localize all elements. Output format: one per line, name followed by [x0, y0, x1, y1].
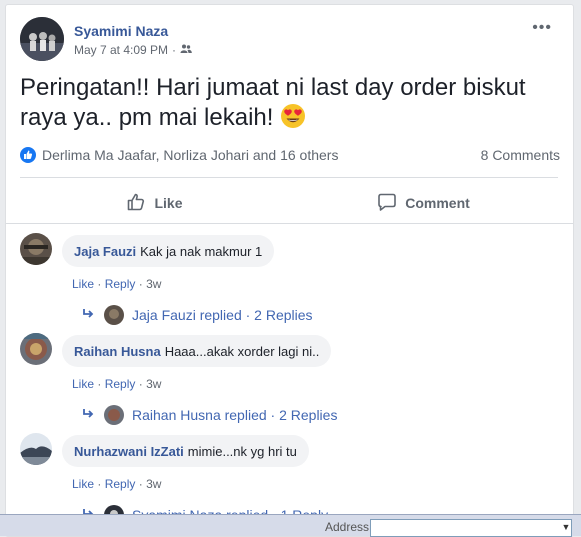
comment-text: Haaa...akak xorder lagi ni..: [164, 343, 320, 359]
author-name[interactable]: Syamimi Naza: [74, 23, 168, 39]
comment-reply-link[interactable]: Reply: [105, 477, 136, 491]
commenter-name[interactable]: Jaja Fauzi: [74, 244, 136, 259]
comment-text: Kak ja nak makmur 1: [140, 243, 263, 259]
comment-actions: Like · Reply · 3w: [72, 477, 161, 491]
view-replies[interactable]: Raihan Husna replied · 2 Replies: [82, 403, 337, 427]
dot-separator: ·: [138, 377, 143, 391]
author-avatar[interactable]: [20, 17, 64, 61]
replies-text: Jaja Fauzi replied · 2 Replies: [132, 307, 313, 323]
post-actions: Like Comment: [20, 183, 558, 223]
dot-separator: ·: [97, 277, 102, 291]
reply-arrow-icon: [82, 307, 96, 323]
commenter-name[interactable]: Nurhazwani IzZati: [74, 444, 184, 459]
dot-separator: ·: [138, 277, 143, 291]
dot-separator: ·: [97, 477, 102, 491]
comment-bubble: Jaja Fauzi Kak ja nak makmur 1: [62, 235, 275, 267]
like-button[interactable]: Like: [20, 183, 289, 223]
post-header: Syamimi Naza May 7 at 4:09 PM · •••: [20, 17, 560, 63]
like-reaction-icon[interactable]: [20, 147, 36, 163]
comment-like-link[interactable]: Like: [72, 377, 94, 391]
commenter-name[interactable]: Raihan Husna: [74, 344, 161, 359]
divider: [20, 177, 558, 178]
comment-bubble: Raihan Husna Haaa...akak xorder lagi ni.…: [62, 335, 332, 367]
comment-text: mimie...nk yg hri tu: [187, 443, 297, 459]
post-text: Peringatan!! Hari jumaat ni last day ord…: [20, 73, 540, 137]
post-meta: May 7 at 4:09 PM ·: [74, 43, 192, 57]
like-label: Like: [154, 195, 183, 211]
more-options-icon[interactable]: •••: [532, 19, 552, 37]
comment-label: Comment: [405, 195, 470, 211]
browser-address-bar: Address ▼: [0, 514, 581, 537]
commenter-avatar[interactable]: [20, 233, 52, 265]
post-timestamp[interactable]: May 7 at 4:09 PM: [74, 43, 168, 57]
meta-separator: ·: [172, 43, 177, 57]
comment-like-link[interactable]: Like: [72, 277, 94, 291]
friends-icon[interactable]: [180, 43, 192, 57]
commenter-avatar[interactable]: [20, 433, 52, 465]
replier-avatar: [104, 405, 124, 425]
view-replies[interactable]: Jaja Fauzi replied · 2 Replies: [82, 303, 313, 327]
comment-reply-link[interactable]: Reply: [105, 277, 136, 291]
comment-actions: Like · Reply · 3w: [72, 277, 161, 291]
comment-time[interactable]: 3w: [146, 277, 161, 291]
replier-avatar: [104, 305, 124, 325]
comment-icon: [377, 192, 397, 215]
reaction-names[interactable]: Derlima Ma Jaafar, Norliza Johari and 16…: [42, 147, 338, 163]
divider: [6, 223, 573, 224]
address-input[interactable]: [370, 519, 572, 537]
address-label: Address: [325, 520, 370, 534]
heart-eyes-emoji: [280, 103, 306, 137]
replies-text: Raihan Husna replied · 2 Replies: [132, 407, 338, 423]
comment-actions: Like · Reply · 3w: [72, 377, 161, 391]
comment-reply-link[interactable]: Reply: [105, 377, 136, 391]
comment-bubble: Nurhazwani IzZati mimie...nk yg hri tu: [62, 435, 309, 467]
dot-separator: ·: [97, 377, 102, 391]
chevron-down-icon[interactable]: ▼: [560, 519, 572, 535]
dot-separator: ·: [138, 477, 143, 491]
comment-button[interactable]: Comment: [289, 183, 558, 223]
post-text-content: Peringatan!! Hari jumaat ni last day ord…: [20, 74, 526, 131]
comment-time[interactable]: 3w: [146, 477, 161, 491]
thumbs-up-icon: [126, 192, 146, 215]
reactions-bar: Derlima Ma Jaafar, Norliza Johari and 16…: [20, 146, 560, 166]
post-card: Syamimi Naza May 7 at 4:09 PM · ••• Peri…: [5, 4, 574, 537]
comments-count[interactable]: 8 Comments: [481, 147, 560, 163]
comment-time[interactable]: 3w: [146, 377, 161, 391]
reply-arrow-icon: [82, 407, 96, 423]
commenter-avatar[interactable]: [20, 333, 52, 365]
comment-like-link[interactable]: Like: [72, 477, 94, 491]
